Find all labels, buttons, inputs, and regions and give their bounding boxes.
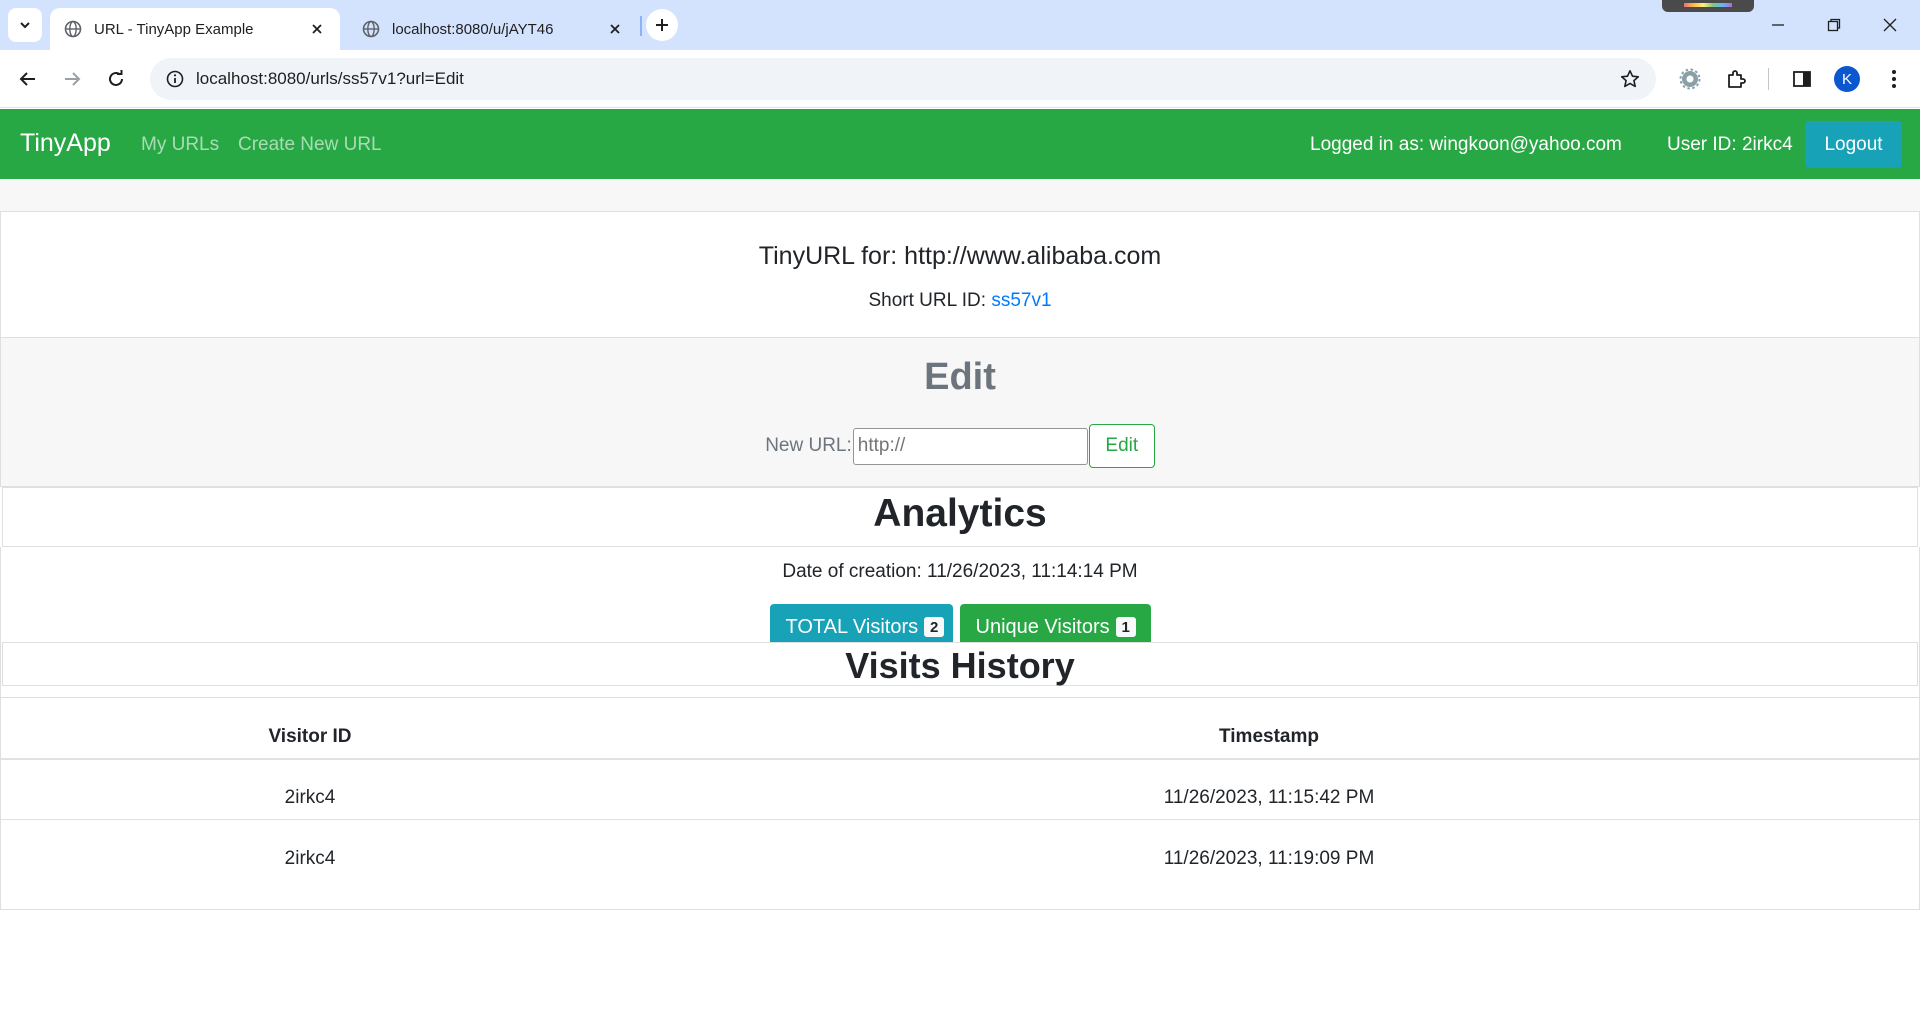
close-window-button[interactable] [1862,0,1918,50]
page-content: TinyApp My URLs Create New URL Logged in… [0,109,1920,1020]
info-icon[interactable] [154,58,196,100]
user-id-text: User ID: 2irkc4 [1667,134,1793,155]
edit-heading: Edit [924,356,996,398]
globe-icon [362,20,380,38]
date-of-creation: Date of creation: 11/26/2023, 11:14:14 P… [782,561,1138,582]
analytics-title: Analytics [873,492,1047,535]
tab-url-tinyapp[interactable]: URL - TinyApp Example [50,8,340,50]
back-button[interactable] [10,61,46,97]
close-icon[interactable] [606,20,624,38]
row-divider [1,819,1919,820]
brand-logo[interactable]: TinyApp [20,129,111,158]
tab-title: localhost:8080/u/jAYT46 [392,20,554,38]
visits-history-header: Visits History [2,642,1918,686]
restore-icon [1827,18,1841,32]
new-url-input[interactable] [852,427,1088,465]
visits-history-table: Visitor ID Timestamp 2irkc4 11/26/2023, … [0,697,1920,910]
reload-button[interactable] [98,61,134,97]
forward-button[interactable] [54,61,90,97]
card-header-strip [0,179,1920,211]
more-menu-icon[interactable] [1878,63,1910,95]
nav-create-new-url[interactable]: Create New URL [238,134,382,156]
column-header-timestamp: Timestamp [1219,726,1319,747]
analytics-header: Analytics [2,487,1918,547]
table-row-timestamp: 11/26/2023, 11:19:09 PM [1163,848,1375,869]
side-panel-icon[interactable] [1786,63,1818,95]
logout-button[interactable]: Logout [1805,121,1902,168]
edit-section: Edit New URL: Edit [0,337,1920,487]
profile-avatar[interactable]: K [1834,66,1860,92]
bookmark-star-icon[interactable] [1618,67,1642,91]
extensions-puzzle-icon[interactable] [1720,63,1752,95]
table-row-timestamp: 11/26/2023, 11:15:42 PM [1163,787,1375,808]
header-divider [1,758,1919,760]
new-tab-button[interactable] [646,9,678,41]
unique-visitors-label: Unique Visitors [975,615,1110,638]
logged-in-text: Logged in as: wingkoon@yahoo.com [1310,134,1622,155]
extension-gear-icon[interactable] [1674,63,1706,95]
unique-visitors-badge: 1 [1115,617,1136,637]
total-visitors-badge: 2 [924,617,945,637]
tab-divider [640,16,642,36]
reload-icon [109,70,123,86]
tab-title: URL - TinyApp Example [94,20,254,38]
minimize-button[interactable] [1750,0,1806,50]
chevron-down-icon [20,22,30,29]
edit-submit-button[interactable]: Edit [1088,424,1155,468]
globe-icon [64,20,82,38]
address-text: localhost:8080/urls/ss57v1?url=Edit [196,69,464,88]
extension-indicator [1662,0,1754,12]
close-icon[interactable] [308,20,326,38]
edit-form: New URL: Edit [1,424,1919,468]
new-url-label: New URL: [765,435,852,456]
table-row-visitor: 2irkc4 [284,787,336,808]
nav-my-urls[interactable]: My URLs [141,134,219,156]
minimize-icon [1772,24,1784,26]
browser-toolbar: localhost:8080/urls/ss57v1?url=Edit [0,50,1920,108]
app-navbar: TinyApp My URLs Create New URL Logged in… [0,109,1920,179]
total-visitors-label: TOTAL Visitors [785,615,919,638]
short-url-label: Short URL ID: [868,290,992,311]
address-bar[interactable]: localhost:8080/urls/ss57v1?url=Edit [150,58,1656,100]
url-card-title: TinyURL for: http://www.alibaba.com [758,242,1162,270]
table-row-visitor: 2irkc4 [284,848,336,869]
close-icon [1883,18,1897,32]
visits-history-title: Visits History [845,645,1075,686]
toolbar-divider [1768,68,1769,90]
short-url-link[interactable]: ss57v1 [991,290,1051,311]
browser-tab-strip: URL - TinyApp Example localhost:8080/u/j… [0,0,1920,50]
restore-button[interactable] [1806,0,1862,50]
arrow-left-icon [19,72,35,86]
column-header-visitor-id: Visitor ID [268,726,352,747]
short-url-line: Short URL ID: ss57v1 [1,290,1919,312]
tab-search-button[interactable] [8,8,42,42]
plus-icon [656,19,668,31]
url-card: TinyURL for: http://www.alibaba.com Shor… [0,211,1920,337]
tab-localhost-u[interactable]: localhost:8080/u/jAYT46 [348,8,638,50]
arrow-right-icon [65,72,81,86]
